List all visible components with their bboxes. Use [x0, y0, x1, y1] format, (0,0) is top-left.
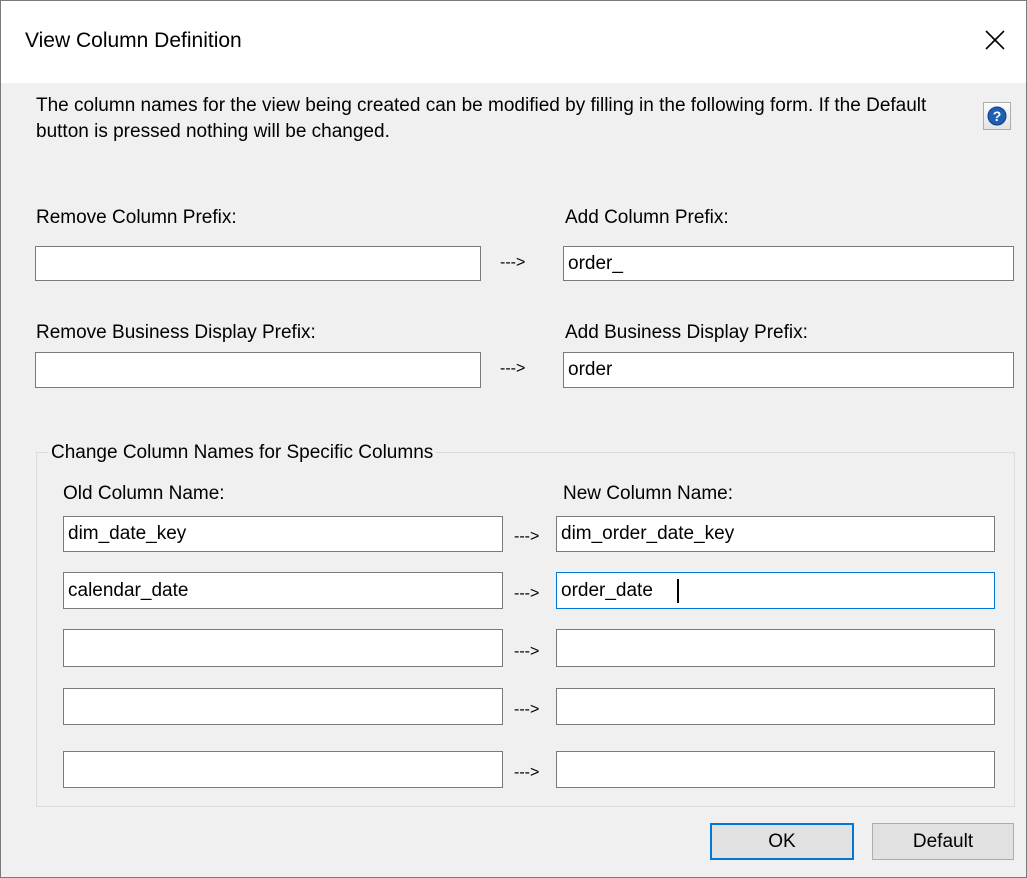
- arrow-label: --->: [514, 528, 540, 545]
- arrow-label: --->: [514, 764, 540, 781]
- description-text: The column names for the view being crea…: [36, 95, 927, 142]
- old-column-name-input[interactable]: [63, 688, 503, 725]
- old-column-name-header: Old Column Name:: [63, 483, 225, 504]
- dialog-title: View Column Definition: [25, 29, 242, 52]
- remove-column-prefix-input[interactable]: [35, 246, 481, 281]
- arrow-label: --->: [514, 585, 540, 602]
- new-column-name-input[interactable]: [556, 629, 995, 667]
- ok-button[interactable]: OK: [710, 823, 854, 860]
- arrow-label: --->: [514, 701, 540, 718]
- default-button[interactable]: Default: [872, 823, 1014, 860]
- new-column-name-input[interactable]: [556, 688, 995, 725]
- arrow-label: --->: [514, 643, 540, 660]
- arrow-label: --->: [500, 360, 526, 377]
- view-column-definition-dialog: View Column Definition The column names …: [0, 0, 1027, 878]
- add-business-prefix-label: Add Business Display Prefix:: [565, 322, 808, 343]
- remove-business-prefix-label: Remove Business Display Prefix:: [36, 322, 316, 343]
- help-icon[interactable]: ?: [983, 102, 1011, 130]
- new-column-name-input[interactable]: [556, 572, 995, 609]
- arrow-label: --->: [500, 254, 526, 271]
- new-column-name-input[interactable]: [556, 751, 995, 788]
- close-icon[interactable]: [978, 23, 1012, 57]
- old-column-name-input[interactable]: [63, 572, 503, 609]
- remove-column-prefix-label: Remove Column Prefix:: [36, 207, 237, 228]
- old-column-name-input[interactable]: [63, 629, 503, 667]
- new-column-name-header: New Column Name:: [563, 483, 733, 504]
- add-column-prefix-input[interactable]: [563, 246, 1014, 281]
- old-column-name-input[interactable]: [63, 516, 503, 552]
- add-column-prefix-label: Add Column Prefix:: [565, 207, 729, 228]
- svg-text:?: ?: [993, 108, 1002, 124]
- text-caret: [677, 579, 679, 603]
- specific-columns-group-label: Change Column Names for Specific Columns: [48, 442, 437, 464]
- title-bar: View Column Definition: [1, 1, 1026, 83]
- remove-business-prefix-input[interactable]: [35, 352, 481, 388]
- add-business-prefix-input[interactable]: [563, 352, 1014, 388]
- old-column-name-input[interactable]: [63, 751, 503, 788]
- new-column-name-input[interactable]: [556, 516, 995, 552]
